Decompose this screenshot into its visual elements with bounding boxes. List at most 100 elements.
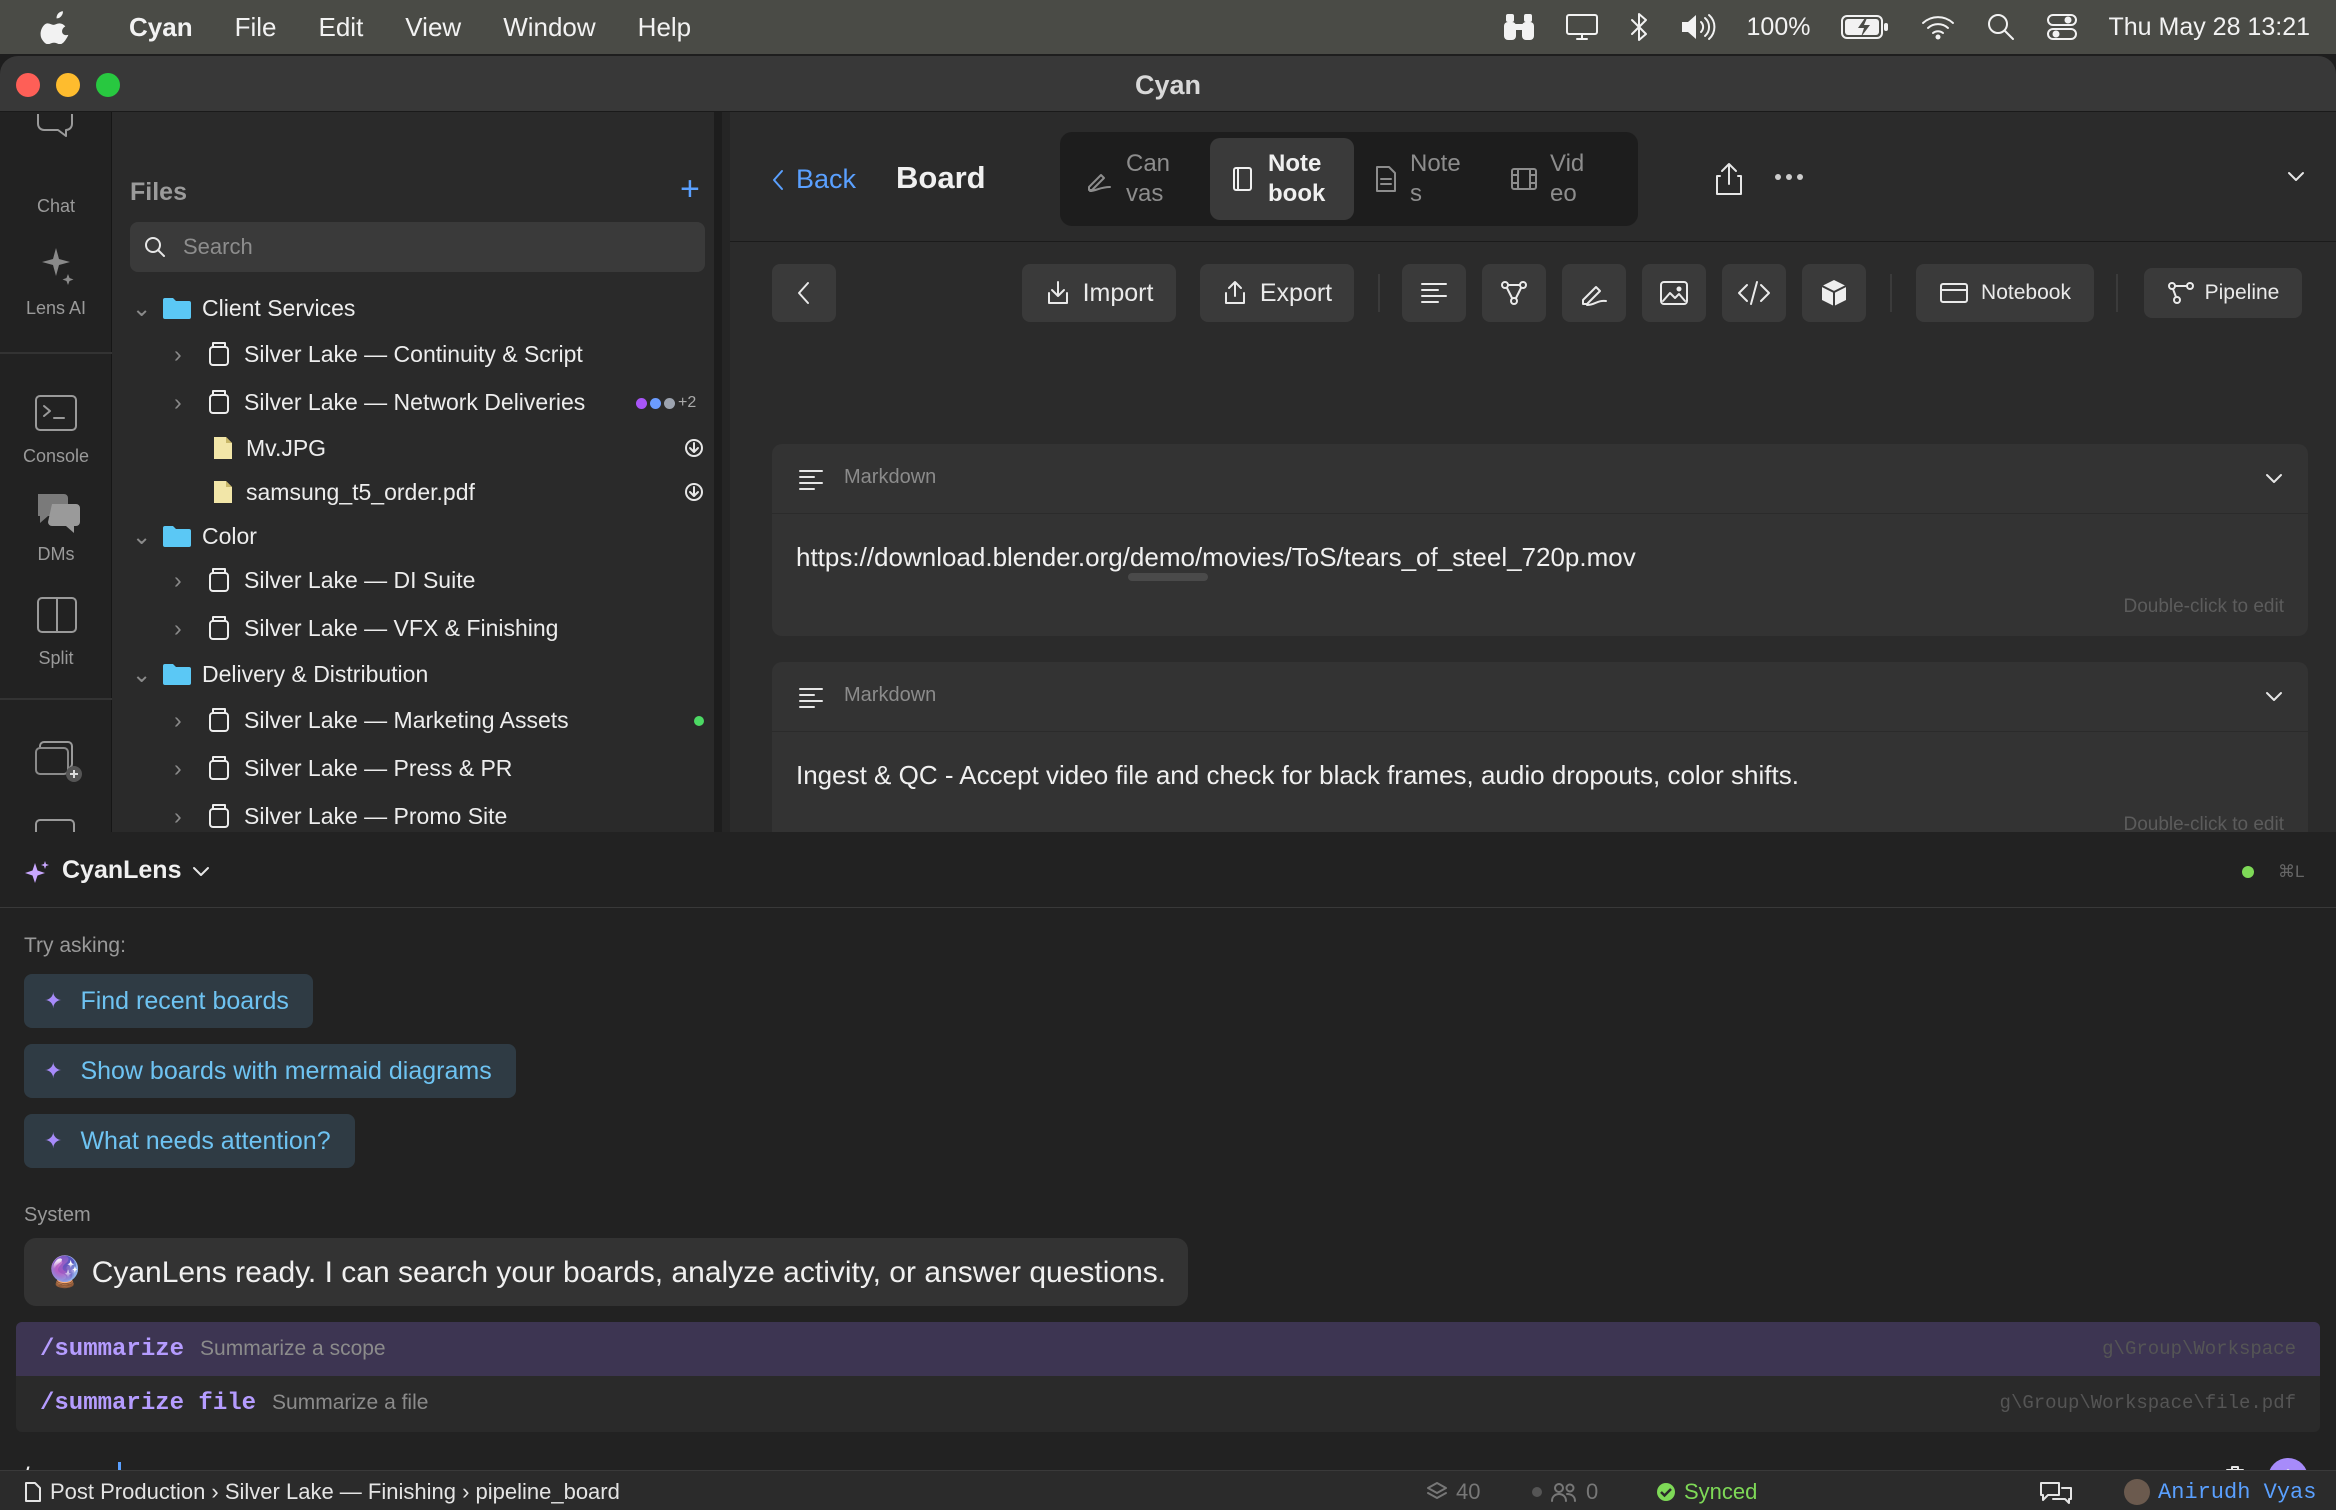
file-item[interactable]: › Silver Lake — DI Suite <box>174 560 475 600</box>
sync-status[interactable]: Synced <box>1656 1479 1757 1505</box>
menu-help[interactable]: Help <box>617 12 712 43</box>
file-item[interactable]: › Silver Lake — Network Deliveries <box>174 382 585 422</box>
file-item[interactable]: › Silver Lake — Marketing Assets <box>174 700 569 740</box>
rail-console-label[interactable]: Console <box>0 446 112 467</box>
share-icon[interactable] <box>1714 162 1744 196</box>
split-view-icon[interactable] <box>36 596 78 634</box>
more-icon[interactable] <box>1774 170 1804 184</box>
binoculars-icon[interactable] <box>1503 12 1535 42</box>
rail-dms-label[interactable]: DMs <box>0 544 112 565</box>
menu-file[interactable]: File <box>214 12 298 43</box>
file-label: Mv.JPG <box>246 434 327 461</box>
menu-edit[interactable]: Edit <box>297 12 384 43</box>
chevron-right-icon[interactable]: › <box>174 615 196 642</box>
spotlight-search-icon[interactable] <box>1986 12 2016 42</box>
add-image-cell-button[interactable] <box>1642 264 1706 322</box>
direct-messages-icon[interactable] <box>34 490 82 534</box>
pipeline-button[interactable]: Pipeline <box>2144 268 2302 318</box>
notebook-mode-button[interactable]: Notebook <box>1916 264 2094 322</box>
collapse-button[interactable] <box>772 264 836 322</box>
new-workspace-icon[interactable] <box>34 740 84 784</box>
rail-lens-ai-label[interactable]: Lens AI <box>0 298 112 319</box>
view-label: vas <box>1126 180 1164 207</box>
chevron-down-icon[interactable] <box>2286 170 2306 184</box>
lens-title[interactable]: CyanLens <box>62 856 181 885</box>
control-center-icon[interactable] <box>2046 12 2078 42</box>
add-code-cell-button[interactable] <box>1722 264 1786 322</box>
console-icon[interactable] <box>34 394 78 432</box>
chevron-right-icon[interactable]: › <box>174 567 196 594</box>
rail-split-label[interactable]: Split <box>0 648 112 669</box>
suggestion-chip[interactable]: ✦ Find recent boards <box>24 974 313 1028</box>
breadcrumb[interactable]: Post Production › Silver Lake — Finishin… <box>24 1479 620 1505</box>
folder-color[interactable]: ⌄ Color <box>132 516 257 556</box>
workspace-partial-icon[interactable] <box>34 818 78 832</box>
folder-delivery[interactable]: ⌄ Delivery & Distribution <box>132 654 428 694</box>
sparkle-icon[interactable] <box>38 246 74 286</box>
chevron-down-icon[interactable] <box>2264 690 2284 704</box>
cell-content[interactable]: Ingest & QC - Accept video file and chec… <box>796 760 1799 791</box>
chevron-right-icon[interactable]: › <box>174 803 196 830</box>
add-file-button[interactable]: + <box>680 172 700 206</box>
menu-window[interactable]: Window <box>482 12 616 43</box>
export-label: Export <box>1259 278 1333 307</box>
download-icon[interactable] <box>684 482 704 502</box>
chevron-right-icon[interactable]: › <box>174 755 196 782</box>
menu-app[interactable]: Cyan <box>108 12 214 43</box>
command-path: g\Group\Workspace\file.pdf <box>1999 1392 2296 1414</box>
volume-icon[interactable] <box>1679 12 1717 42</box>
wifi-icon[interactable] <box>1920 13 1956 41</box>
menubar-clock[interactable]: Thu May 28 13:21 <box>2108 13 2310 42</box>
add-markdown-cell-button[interactable] <box>1402 264 1466 322</box>
chevron-down-icon[interactable] <box>2264 472 2284 486</box>
chevron-right-icon[interactable]: › <box>174 707 196 734</box>
display-icon[interactable] <box>1565 13 1599 41</box>
panel-resize-handle[interactable] <box>1128 573 1208 581</box>
add-drawing-cell-button[interactable] <box>1562 264 1626 322</box>
folder-client-services[interactable]: ⌄ Client Services <box>132 288 355 328</box>
view-notes-tab[interactable]: Note s <box>1354 138 1498 220</box>
add-3d-cell-button[interactable] <box>1802 264 1866 322</box>
chevron-down-icon[interactable]: ⌄ <box>132 295 154 322</box>
file-item[interactable]: › Silver Lake — Press & PR <box>174 748 512 788</box>
add-diagram-cell-button[interactable] <box>1482 264 1546 322</box>
file-item[interactable]: › Silver Lake — Promo Site <box>174 796 507 836</box>
user-badge[interactable]: Anirudh Vyas <box>2124 1479 2316 1505</box>
chat-bubbles-icon[interactable] <box>2038 1480 2074 1504</box>
apple-icon[interactable] <box>40 10 70 44</box>
board-icon <box>209 804 229 828</box>
export-button[interactable]: Export <box>1200 264 1354 322</box>
try-asking-label: Try asking: <box>24 934 126 957</box>
back-button[interactable]: Back <box>770 164 856 195</box>
markdown-cell[interactable]: Markdown https://download.blender.org/de… <box>772 444 2308 636</box>
view-canvas-tab[interactable]: Can vas <box>1066 138 1210 220</box>
suggestion-chip[interactable]: ✦ Show boards with mermaid diagrams <box>24 1044 516 1098</box>
chevron-right-icon[interactable]: › <box>174 389 196 416</box>
file-item[interactable]: › Silver Lake — VFX & Finishing <box>174 608 558 648</box>
command-option-summarize-file[interactable]: /summarize file Summarize a file g\Group… <box>16 1376 2320 1430</box>
file-item[interactable]: Mv.JPG <box>202 428 326 468</box>
chat-icon[interactable] <box>34 114 78 140</box>
code-icon <box>1738 281 1770 305</box>
rail-chat-label[interactable]: Chat <box>0 196 112 217</box>
command-option-summarize[interactable]: /summarize Summarize a scope g\Group\Wor… <box>16 1322 2320 1376</box>
chevron-down-icon[interactable]: ⌄ <box>132 661 154 688</box>
markdown-cell[interactable]: Markdown Ingest & QC - Accept video file… <box>772 662 2308 835</box>
battery-charging-icon[interactable] <box>1840 13 1890 41</box>
cell-content[interactable]: https://download.blender.org/demo/movies… <box>796 542 1636 573</box>
file-item[interactable]: samsung_t5_order.pdf <box>202 472 475 512</box>
suggestion-chip[interactable]: ✦ What needs attention? <box>24 1114 355 1168</box>
chevron-down-icon[interactable] <box>192 866 210 878</box>
file-item[interactable]: › Silver Lake — Continuity & Script <box>174 334 583 374</box>
user-name: Anirudh Vyas <box>2158 1479 2317 1505</box>
view-video-tab[interactable]: Vid eo <box>1490 138 1634 220</box>
chevron-right-icon[interactable]: › <box>174 341 196 368</box>
chevron-down-icon[interactable]: ⌄ <box>132 523 154 550</box>
download-icon[interactable] <box>684 438 704 458</box>
bluetooth-icon[interactable] <box>1629 12 1649 42</box>
import-button[interactable]: Import <box>1022 264 1176 322</box>
view-notebook-tab[interactable]: Note book <box>1210 138 1354 220</box>
menu-view[interactable]: View <box>384 12 482 43</box>
file-label: Silver Lake — Press & PR <box>244 754 513 781</box>
file-search-input[interactable]: Search <box>130 222 705 272</box>
